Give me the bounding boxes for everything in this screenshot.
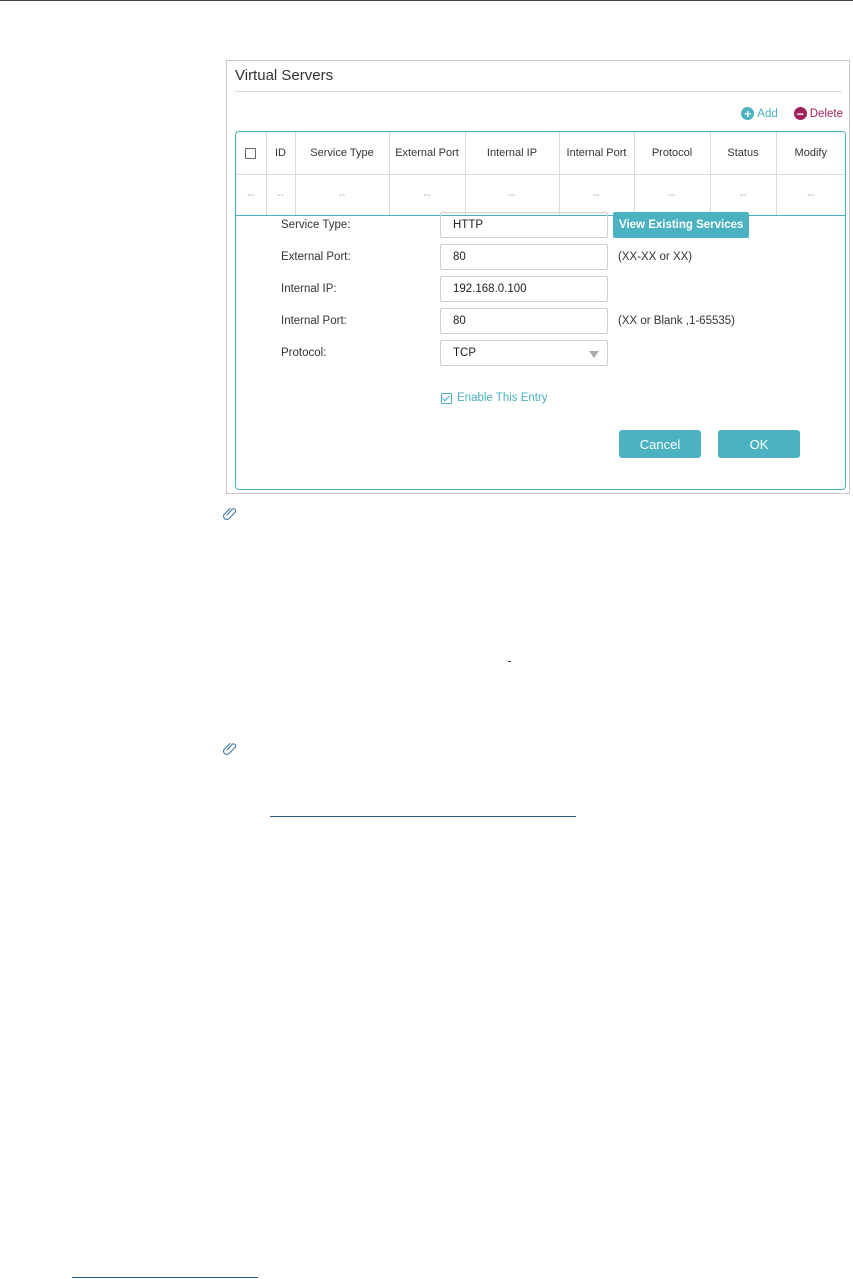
view-existing-services-button[interactable]: View Existing Services <box>613 212 750 238</box>
column-header-status: Status <box>710 132 777 175</box>
internal-ip-label: Internal IP: <box>281 283 337 295</box>
link-underline[interactable] <box>270 816 576 817</box>
internal-port-input[interactable]: 80 <box>440 308 608 334</box>
table-cell: -- <box>559 174 635 216</box>
table-cell: -- <box>710 174 777 216</box>
column-header-modify: Modify <box>776 132 845 175</box>
paperclip-icon <box>223 507 237 520</box>
virtual-servers-table: ID Service Type External Port Internal I… <box>235 131 846 490</box>
select-all-checkbox[interactable] <box>245 147 257 159</box>
protocol-row: Protocol: TCP <box>281 340 608 366</box>
service-type-label: Service Type: <box>281 219 351 231</box>
table-cell: -- <box>634 174 711 216</box>
table-cell: -- <box>465 174 560 216</box>
plus-circle-icon: + <box>741 107 755 120</box>
table-cell: -- <box>776 174 845 216</box>
column-header-id: ID <box>266 132 296 175</box>
table-cell: -- <box>236 174 267 216</box>
external-port-input[interactable]: 80 <box>440 244 608 270</box>
table-cell: -- <box>266 174 296 216</box>
checkbox-checked-icon <box>441 392 452 404</box>
service-type-input[interactable]: HTTP <box>440 212 608 238</box>
internal-ip-row: Internal IP: 192.168.0.100 <box>281 276 608 302</box>
internal-port-hint: (XX or Blank ,1-65535) <box>618 315 735 327</box>
table-row: -- -- -- -- -- -- -- -- -- <box>236 174 845 216</box>
protocol-selected-value: TCP <box>453 347 476 359</box>
internal-port-label: Internal Port: <box>281 315 347 327</box>
table-cell: -- <box>295 174 390 216</box>
title-divider <box>235 91 842 92</box>
enable-entry-checkbox[interactable]: Enable This Entry <box>441 392 548 404</box>
external-port-hint: (XX-XX or XX) <box>618 251 693 263</box>
select-all-cell[interactable] <box>236 132 267 175</box>
paperclip-icon <box>223 742 237 755</box>
link-underline[interactable] <box>72 1277 258 1278</box>
stray-mark <box>508 661 511 662</box>
cancel-button[interactable]: Cancel <box>619 430 701 458</box>
column-header-service-type: Service Type <box>295 132 390 175</box>
protocol-select[interactable]: TCP <box>440 340 608 366</box>
virtual-servers-panel: Virtual Servers + Add − Delete ID Servic… <box>226 60 850 494</box>
delete-button[interactable]: − Delete <box>793 107 843 120</box>
external-port-row: External Port: 80 (XX-XX or XX) <box>281 244 692 270</box>
column-header-internal-port: Internal Port <box>559 132 635 175</box>
add-label: Add <box>757 107 778 120</box>
dropdown-arrow-icon <box>589 351 599 358</box>
add-button[interactable]: + Add <box>741 107 778 120</box>
table-cell: -- <box>389 174 466 216</box>
ok-button[interactable]: OK <box>718 430 800 458</box>
internal-ip-input[interactable]: 192.168.0.100 <box>440 276 608 302</box>
table-toolbar: + Add − Delete <box>741 107 843 120</box>
column-header-protocol: Protocol <box>634 132 711 175</box>
column-header-external-port: External Port <box>389 132 466 175</box>
panel-title: Virtual Servers <box>235 67 334 84</box>
minus-circle-icon: − <box>793 107 807 120</box>
internal-port-row: Internal Port: 80 (XX or Blank ,1-65535) <box>281 308 735 334</box>
delete-label: Delete <box>809 107 843 120</box>
external-port-label: External Port: <box>281 251 351 263</box>
page-top-rule <box>0 0 853 1</box>
protocol-label: Protocol: <box>281 347 327 359</box>
service-type-row: Service Type: HTTP View Existing Service… <box>281 212 750 238</box>
column-header-internal-ip: Internal IP <box>465 132 560 175</box>
enable-entry-label: Enable This Entry <box>457 392 548 404</box>
table-header-row: ID Service Type External Port Internal I… <box>236 132 845 175</box>
